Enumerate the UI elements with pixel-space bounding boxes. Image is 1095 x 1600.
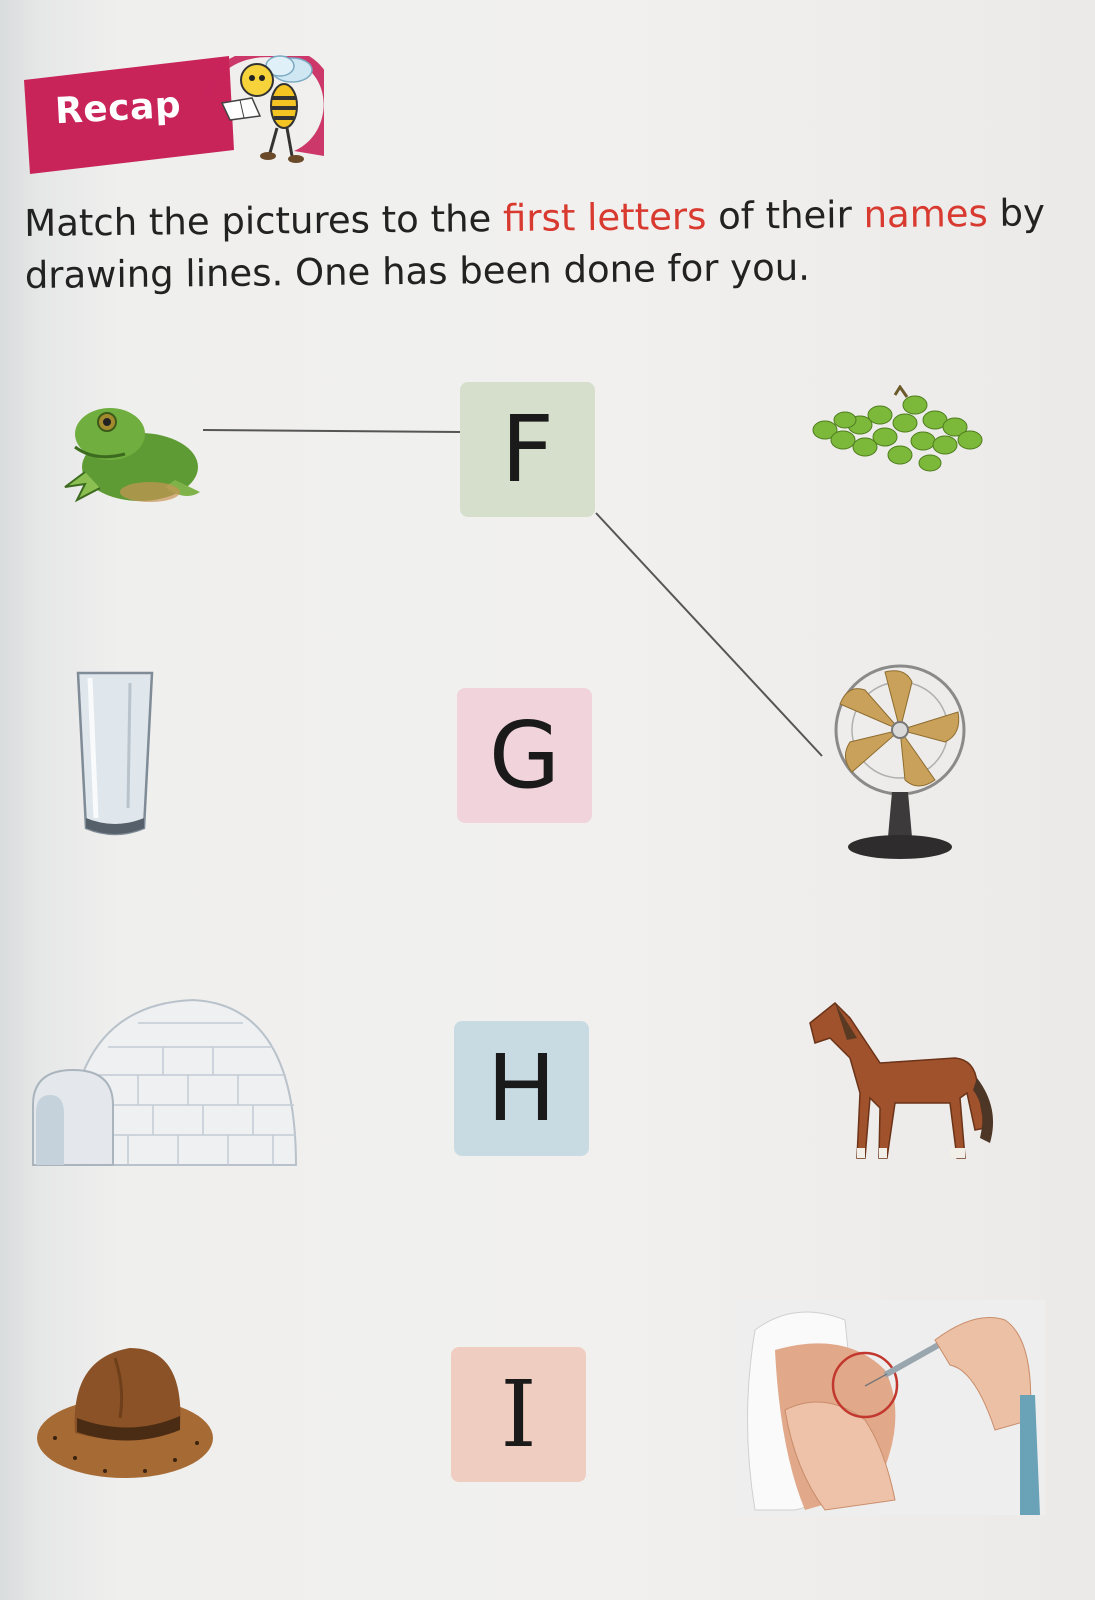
letter-box-g[interactable]: G — [457, 688, 592, 823]
horse-picture[interactable] — [795, 998, 1005, 1168]
letter-box-h[interactable]: H — [454, 1021, 589, 1156]
instructions-part1: Match the pictures to the — [24, 196, 504, 245]
glass-picture[interactable] — [70, 668, 160, 843]
instructions-text: Match the pictures to the first letters … — [24, 187, 1085, 302]
example-line-f-fan — [595, 512, 823, 757]
example-line-frog-f — [202, 429, 461, 433]
hat-picture[interactable] — [35, 1338, 215, 1488]
instructions-highlight-names: names — [863, 191, 989, 237]
instructions-highlight-first-letters: first letters — [502, 194, 707, 240]
grapes-picture[interactable] — [805, 385, 985, 485]
frog-picture[interactable] — [55, 392, 205, 512]
igloo-picture[interactable] — [28, 995, 300, 1175]
recap-label: Recap — [54, 84, 183, 133]
instructions-part2: of their — [706, 193, 864, 238]
fan-picture[interactable] — [830, 662, 970, 862]
letter-box-f[interactable]: F — [460, 382, 595, 517]
bee-mascot-icon — [212, 48, 327, 173]
injection-picture[interactable] — [735, 1300, 1045, 1515]
letter-box-i[interactable]: I — [451, 1347, 586, 1482]
